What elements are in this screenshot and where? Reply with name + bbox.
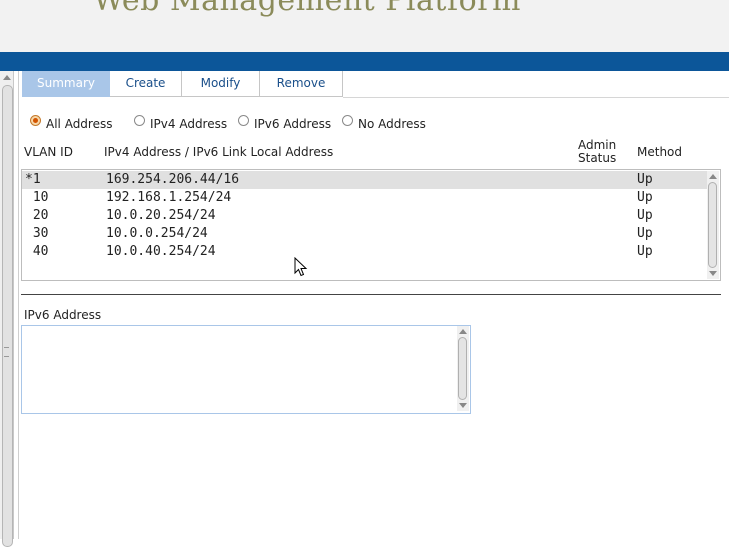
left-panel-scrollbar[interactable] — [0, 71, 14, 547]
tab-remove[interactable]: Remove — [260, 71, 343, 97]
scroll-up-arrow-icon[interactable] — [709, 174, 717, 179]
radio-button[interactable] — [134, 115, 145, 126]
address-cell: 10.0.40.254/24 — [106, 244, 216, 259]
method-cell: Up — [637, 190, 653, 205]
radio-label: No Address — [358, 117, 426, 131]
scrollbar-thumb[interactable] — [2, 85, 13, 547]
address-cell: 169.254.206.44/16 — [106, 172, 240, 187]
vlan-id-cell: 30 — [25, 226, 49, 241]
mouse-cursor-icon — [294, 257, 308, 277]
vlan-id-cell: 20 — [25, 208, 49, 223]
address-cell: 192.168.1.254/24 — [106, 190, 232, 205]
column-header-address[interactable]: IPv4 Address / IPv6 Link Local Address — [104, 146, 333, 159]
tab-create[interactable]: Create — [110, 71, 182, 97]
scroll-up-arrow-icon[interactable] — [459, 329, 467, 334]
method-cell: Up — [637, 226, 653, 241]
column-header-vlan-id[interactable]: VLAN ID — [24, 146, 73, 159]
table-row[interactable]: *1 169.254.206.44/16 Up — [22, 171, 708, 189]
address-cell: 10.0.20.254/24 — [106, 208, 216, 223]
table-row[interactable]: 10 192.168.1.254/24 Up — [22, 189, 708, 207]
radio-button[interactable] — [238, 115, 249, 126]
column-header-method[interactable]: Method — [637, 146, 682, 159]
vlan-id-cell: *1 — [25, 172, 41, 187]
table-row[interactable]: 30 10.0.0.254/24 Up — [22, 225, 708, 243]
vlan-id-cell: 40 — [25, 244, 49, 259]
header-bar — [0, 52, 729, 71]
address-cell: 10.0.0.254/24 — [106, 226, 208, 241]
radio-label: IPv4 Address — [150, 117, 228, 131]
app-header: Web Management Platform — [0, 0, 729, 52]
ipv6-scroll-wrap — [457, 326, 469, 413]
ipv6-textarea-scrollbar[interactable] — [457, 326, 469, 411]
app-title: Web Management Platform — [93, 0, 521, 18]
vlan-address-table: *1 169.254.206.44/16 Up 10 192.168.1.254… — [21, 169, 721, 281]
table-row[interactable]: 20 10.0.20.254/24 Up — [22, 207, 708, 225]
scrollbar-thumb[interactable] — [458, 337, 467, 400]
radio-label: IPv6 Address — [254, 117, 332, 131]
scroll-down-arrow-icon[interactable] — [709, 271, 717, 276]
column-header-admin-status[interactable]: Admin Status — [578, 139, 616, 165]
method-cell: Up — [637, 172, 653, 187]
tab-summary[interactable]: Summary — [22, 71, 110, 97]
tab-bar: Summary Create Modify Remove — [22, 71, 729, 97]
tab-modify[interactable]: Modify — [182, 71, 260, 97]
vlan-id-cell: 10 — [25, 190, 49, 205]
ipv6-address-textarea[interactable] — [21, 325, 471, 414]
method-cell: Up — [637, 244, 653, 259]
grip-icon — [4, 347, 9, 357]
ipv6-address-label: IPv6 Address — [24, 308, 102, 322]
radio-button[interactable] — [342, 115, 353, 126]
column-header-admin-status-line2: Status — [578, 151, 617, 165]
radio-button[interactable] — [30, 115, 41, 126]
address-filter: All Address IPv4 Address IPv6 Address No… — [30, 115, 720, 131]
radio-label: All Address — [46, 117, 113, 131]
scrollbar-thumb[interactable] — [708, 182, 717, 268]
tab-bar-rule — [343, 97, 729, 98]
section-divider — [21, 294, 721, 295]
scroll-down-arrow-icon[interactable] — [459, 403, 467, 408]
table-scrollbar[interactable] — [707, 171, 719, 279]
method-cell: Up — [637, 208, 653, 223]
table-row[interactable]: 40 10.0.40.254/24 Up — [22, 243, 708, 261]
scroll-up-arrow-icon[interactable] — [3, 75, 11, 80]
content-divider — [18, 71, 19, 539]
